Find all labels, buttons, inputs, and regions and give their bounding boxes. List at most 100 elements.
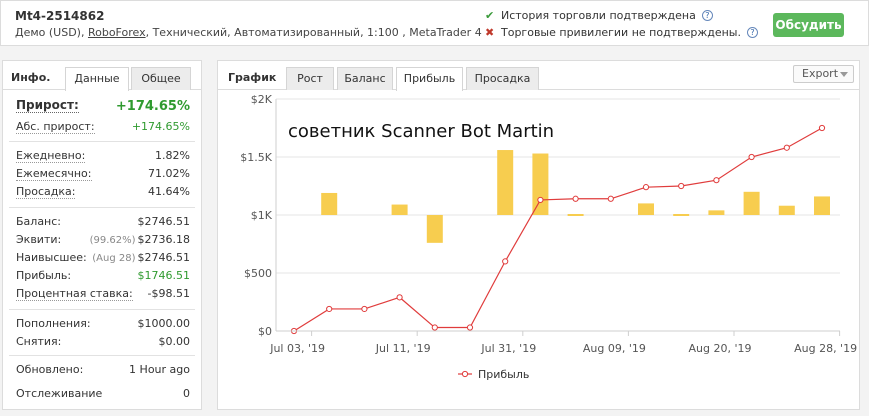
account-details: , Технический, Автоматизированный, 1:100… [145, 26, 482, 39]
daily-value: 1.82% [155, 149, 190, 162]
bar [814, 196, 830, 215]
data-point [502, 258, 509, 265]
account-subtitle: Демо (USD), RoboForex, Технический, Авто… [15, 26, 482, 39]
data-point [748, 153, 755, 161]
data-point [783, 144, 790, 151]
bar [321, 192, 338, 215]
data-point [361, 305, 368, 313]
history-verified-status: ✔ История торговли подтверждена? [485, 9, 713, 22]
account-title: Mt4-2514862 [15, 9, 105, 23]
stats-panel: Инфо. Данные Общее Прирост: +174.65% Абс… [2, 60, 202, 410]
bar [708, 210, 725, 215]
data-point [678, 182, 685, 190]
privileges-text: Торговые привилегии не подтверждены. [501, 26, 741, 39]
legend-label: Прибыль [478, 368, 529, 381]
data-point [713, 177, 720, 184]
deposits-value: $1000.00 [137, 317, 191, 330]
monthly-value: 71.02% [148, 167, 190, 180]
account-header: Mt4-2514862 Демо (USD), RoboForex, Техни… [0, 0, 869, 46]
abs-gain-value: +174.65% [131, 120, 190, 133]
equity-label: Эквити: [16, 233, 62, 246]
withdrawals-label: Снятия: [16, 335, 62, 348]
deposits-label: Пополнения: [16, 317, 91, 330]
interest-row: Процентная ставка: -$98.51 [16, 287, 190, 303]
data-point [818, 124, 826, 132]
abs-gain-row: Абс. прирост: +174.65% [16, 120, 190, 136]
data-point [572, 195, 579, 202]
bar [567, 214, 584, 216]
legend-marker [461, 370, 469, 378]
bar [532, 153, 549, 215]
withdrawals-row: Снятия: $0.00 [16, 335, 190, 351]
y-tick-label: $0 [258, 325, 272, 338]
deposits-row: Пополнения: $1000.00 [16, 317, 190, 333]
bar [743, 191, 760, 215]
highest-date: (Aug 28) [92, 253, 136, 264]
tracking-value: 0 [183, 387, 190, 400]
x-tick-label: Jul 03, '19 [269, 342, 325, 355]
data-point [431, 324, 438, 331]
gain-row: Прирост: +174.65% [16, 99, 190, 115]
bar [426, 215, 443, 243]
divider [9, 309, 195, 310]
help-icon[interactable]: ? [746, 27, 758, 38]
chart-panel: График Рост Баланс Прибыль Просадка Expo… [217, 60, 860, 410]
profit-row: Прибыль: $1746.51 [16, 269, 190, 285]
divider [9, 141, 195, 142]
data-point [326, 305, 333, 313]
data-point [537, 196, 544, 204]
overlay-annotation: советник Scanner Bot Martin [288, 121, 554, 142]
y-tick-label: $500 [244, 267, 272, 280]
data-point [396, 294, 403, 301]
highest-label: Наивысшее: [16, 251, 87, 264]
gain-label: Прирост: [16, 98, 79, 113]
profit-label: Прибыль: [16, 269, 72, 282]
profit-line [293, 127, 823, 332]
divider [9, 207, 195, 208]
bar [391, 204, 408, 215]
data-point [466, 324, 474, 331]
daily-label: Ежедневно: [16, 149, 86, 163]
withdrawals-value: $0.00 [158, 335, 191, 348]
daily-row: Ежедневно: 1.82% [16, 149, 190, 165]
tab-data[interactable]: Данные [65, 67, 129, 91]
balance-row: Баланс: $2746.51 [16, 215, 190, 231]
interest-value: -$98.51 [147, 287, 190, 300]
balance-value: $2746.51 [137, 215, 191, 228]
discuss-button[interactable]: Обсудить [773, 13, 844, 37]
equity-percent: (99.62%) [89, 235, 136, 246]
data-point [607, 195, 614, 202]
drawdown-label: Просадка: [16, 185, 76, 199]
y-tick-label: $2K [251, 93, 273, 106]
broker-link[interactable]: RoboForex [88, 26, 146, 39]
bar [638, 203, 654, 215]
x-tick-label: Jul 31, '19 [480, 342, 536, 355]
equity-value: $2736.18 [137, 233, 191, 246]
chart-legend[interactable]: Прибыль [458, 368, 529, 381]
abs-gain-label: Абс. прирост: [16, 120, 95, 134]
updated-value: 1 Hour ago [129, 363, 190, 376]
cross-icon: ✖ [485, 26, 495, 39]
drawdown-row: Просадка: 41.64% [16, 185, 190, 201]
bar [778, 205, 795, 215]
interest-label: Процентная ставка: [16, 287, 133, 301]
tracking-row: Отслеживание 0 [16, 387, 190, 403]
drawdown-value: 41.64% [148, 185, 190, 198]
help-icon[interactable]: ? [701, 10, 713, 21]
updated-label: Обновлено: [16, 363, 84, 376]
divider [9, 355, 195, 356]
monthly-label: Ежемесячно: [16, 167, 92, 181]
monthly-row: Ежемесячно: 71.02% [16, 167, 190, 183]
tab-general[interactable]: Общее [131, 67, 191, 90]
data-point [642, 184, 650, 191]
tab-info: Инфо. [11, 71, 51, 84]
account-type: Демо (USD), [15, 26, 88, 39]
y-tick-label: $1.5K [240, 151, 272, 164]
x-tick-label: Aug 09, '19 [583, 342, 646, 355]
tracking-label: Отслеживание [16, 387, 103, 400]
highest-value: $2746.51 [137, 251, 191, 264]
history-verified-text: История торговли подтверждена [501, 9, 696, 22]
updated-row: Обновлено: 1 Hour ago [16, 363, 190, 379]
x-tick-label: Aug 20, '19 [689, 342, 752, 355]
y-tick-label: $1K [251, 209, 273, 222]
